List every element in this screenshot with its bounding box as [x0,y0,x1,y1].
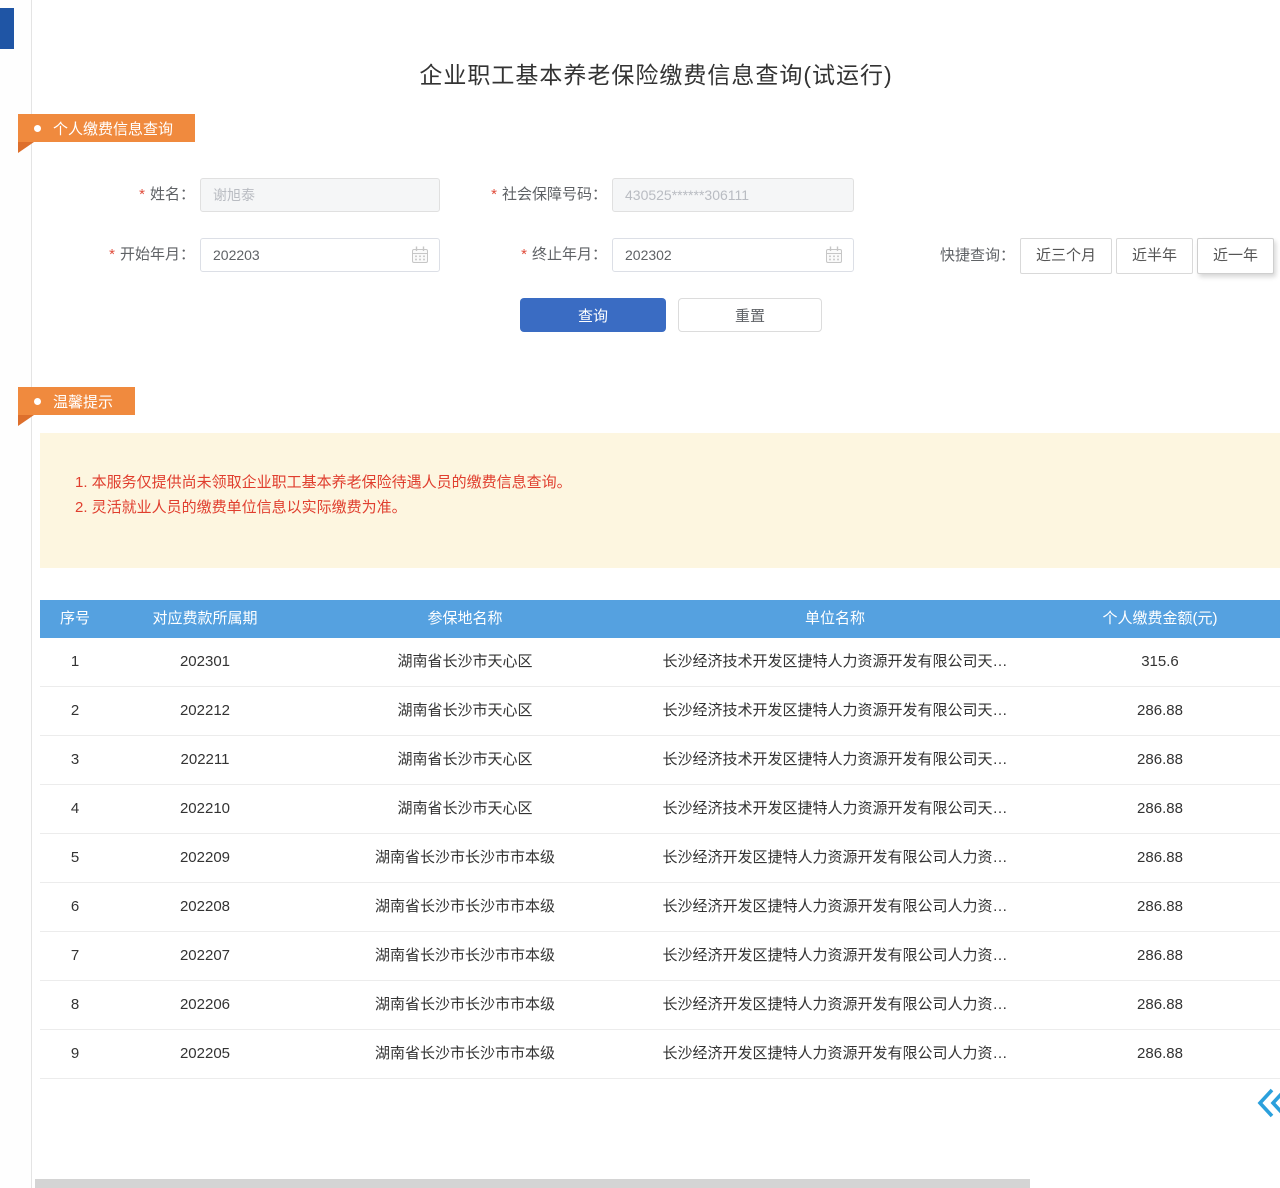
section-tag-personal-query: 个人缴费信息查询 [18,114,195,142]
table-cell: 湖南省长沙市天心区 [300,687,630,735]
table-body: 1202301湖南省长沙市天心区长沙经济技术开发区捷特人力资源开发有限公司天…3… [40,638,1280,1079]
table-row: 7202207湖南省长沙市长沙市市本级长沙经济开发区捷特人力资源开发有限公司人力… [40,932,1280,981]
table-cell: 202212 [110,687,300,735]
table-header-employer: 单位名称 [630,600,1040,638]
table-header-region: 参保地名称 [300,600,630,638]
table-cell: 202210 [110,785,300,833]
table-row: 6202208湖南省长沙市长沙市市本级长沙经济开发区捷特人力资源开发有限公司人力… [40,883,1280,932]
table-header-amount: 个人缴费金额(元) [1040,600,1280,638]
dot-icon [34,398,41,405]
sidebar-blue-tab [0,8,14,49]
table-cell: 202211 [110,736,300,784]
section-tag-label: 个人缴费信息查询 [53,118,173,139]
table-cell: 长沙经济开发区捷特人力资源开发有限公司人力资… [630,981,1040,1029]
table-cell: 286.88 [1040,687,1280,735]
end-month-label: *终止年月： [440,238,607,272]
table-cell: 286.88 [1040,932,1280,980]
section-tag-label: 温馨提示 [53,391,113,412]
calendar-icon[interactable] [410,245,430,265]
table-row: 2202212湖南省长沙市天心区长沙经济技术开发区捷特人力资源开发有限公司天…2… [40,687,1280,736]
end-month-field[interactable] [612,238,854,272]
table-cell: 长沙经济开发区捷特人力资源开发有限公司人力资… [630,932,1040,980]
table-cell: 202209 [110,834,300,882]
table-cell: 202208 [110,883,300,931]
table-cell: 湖南省长沙市天心区 [300,785,630,833]
table-cell: 1 [40,638,110,686]
table-cell: 286.88 [1040,834,1280,882]
required-asterisk: * [521,246,527,263]
table-cell: 长沙经济开发区捷特人力资源开发有限公司人力资… [630,883,1040,931]
table-row: 5202209湖南省长沙市长沙市市本级长沙经济开发区捷特人力资源开发有限公司人力… [40,834,1280,883]
table-cell: 202206 [110,981,300,1029]
table-cell: 286.88 [1040,736,1280,784]
quick-query-label: 快捷查询： [925,239,1015,273]
table-cell: 6 [40,883,110,931]
tips-line: 2. 灵活就业人员的缴费单位信息以实际缴费为准。 [75,495,1260,520]
quick-query-group: 近三个月 近半年 近一年 [1020,238,1274,274]
table-cell: 4 [40,785,110,833]
tips-line: 1. 本服务仅提供尚未领取企业职工基本养老保险待遇人员的缴费信息查询。 [75,470,1260,495]
table-cell: 202301 [110,638,300,686]
table-cell: 湖南省长沙市长沙市市本级 [300,981,630,1029]
table-cell: 长沙经济开发区捷特人力资源开发有限公司人力资… [630,834,1040,882]
table-cell: 长沙经济开发区捷特人力资源开发有限公司人力资… [630,1030,1040,1078]
name-label: *姓名： [40,178,195,212]
table-row: 8202206湖南省长沙市长沙市市本级长沙经济开发区捷特人力资源开发有限公司人力… [40,981,1280,1030]
table-header-period: 对应费款所属期 [110,600,300,638]
table-cell: 7 [40,932,110,980]
table-cell: 长沙经济技术开发区捷特人力资源开发有限公司天… [630,736,1040,784]
table-row: 9202205湖南省长沙市长沙市市本级长沙经济开发区捷特人力资源开发有限公司人力… [40,1030,1280,1079]
ssn-label: *社会保障号码： [440,178,607,212]
table-header-row: 序号 对应费款所属期 参保地名称 单位名称 个人缴费金额(元) [40,600,1280,638]
section-tag-tips: 温馨提示 [18,387,135,415]
payment-table: 序号 对应费款所属期 参保地名称 单位名称 个人缴费金额(元) 1202301湖… [40,600,1280,1079]
query-button[interactable]: 查询 [520,298,666,332]
table-cell: 5 [40,834,110,882]
table-row: 1202301湖南省长沙市天心区长沙经济技术开发区捷特人力资源开发有限公司天…3… [40,638,1280,687]
quick-last-3-months-button[interactable]: 近三个月 [1020,238,1112,274]
table-cell: 202205 [110,1030,300,1078]
start-month-field[interactable] [200,238,440,272]
table-cell: 长沙经济技术开发区捷特人力资源开发有限公司天… [630,687,1040,735]
quick-last-half-year-button[interactable]: 近半年 [1116,238,1193,274]
table-cell: 2 [40,687,110,735]
table-cell: 湖南省长沙市天心区 [300,638,630,686]
table-cell: 9 [40,1030,110,1078]
table-cell: 8 [40,981,110,1029]
table-cell: 湖南省长沙市天心区 [300,736,630,784]
dot-icon [34,125,41,132]
table-cell: 长沙经济技术开发区捷特人力资源开发有限公司天… [630,638,1040,686]
double-chevron-left-icon[interactable] [1253,1083,1280,1123]
table-cell: 湖南省长沙市长沙市市本级 [300,834,630,882]
left-sidebar-strip [0,0,32,1188]
table-cell: 202207 [110,932,300,980]
quick-last-year-button[interactable]: 近一年 [1197,238,1274,274]
table-row: 3202211湖南省长沙市天心区长沙经济技术开发区捷特人力资源开发有限公司天…2… [40,736,1280,785]
table-cell: 315.6 [1040,638,1280,686]
calendar-icon[interactable] [824,245,844,265]
table-cell: 湖南省长沙市长沙市市本级 [300,883,630,931]
table-header-seq: 序号 [40,600,110,638]
table-cell: 湖南省长沙市长沙市市本级 [300,1030,630,1078]
required-asterisk: * [491,186,497,203]
reset-button[interactable]: 重置 [678,298,822,332]
table-cell: 3 [40,736,110,784]
table-cell: 286.88 [1040,883,1280,931]
table-cell: 286.88 [1040,785,1280,833]
page-title: 企业职工基本养老保险缴费信息查询(试运行) [32,56,1280,90]
name-field [200,178,440,212]
table-cell: 286.88 [1040,1030,1280,1078]
footer-strip [35,1179,1030,1188]
ssn-field [612,178,854,212]
tips-notice-box: 1. 本服务仅提供尚未领取企业职工基本养老保险待遇人员的缴费信息查询。 2. 灵… [40,433,1280,568]
table-cell: 长沙经济技术开发区捷特人力资源开发有限公司天… [630,785,1040,833]
table-cell: 286.88 [1040,981,1280,1029]
table-row: 4202210湖南省长沙市天心区长沙经济技术开发区捷特人力资源开发有限公司天…2… [40,785,1280,834]
required-asterisk: * [139,186,145,203]
start-month-label: *开始年月： [40,238,195,272]
table-cell: 湖南省长沙市长沙市市本级 [300,932,630,980]
required-asterisk: * [109,246,115,263]
